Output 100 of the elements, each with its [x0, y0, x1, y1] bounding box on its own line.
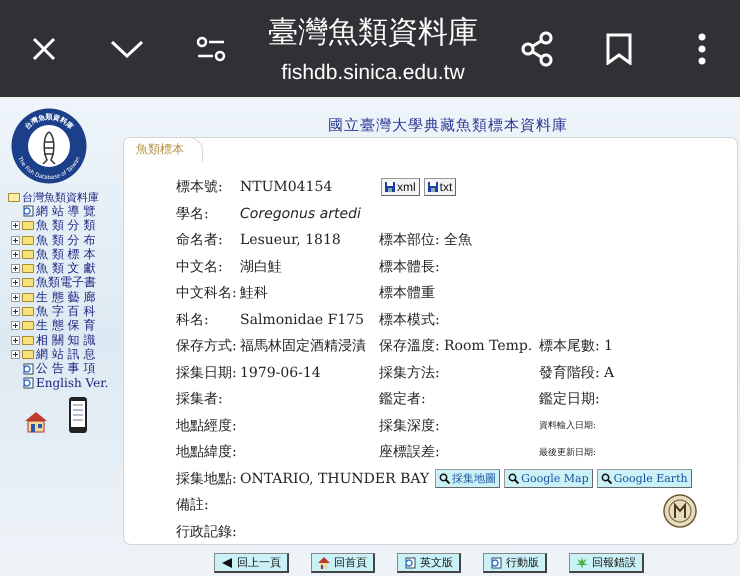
folder-icon — [22, 292, 34, 302]
field-label: 採集地點: — [176, 470, 238, 488]
field-label: 命名者: — [176, 231, 224, 250]
field-label: 中文科名: — [176, 284, 238, 302]
field-value: NTUM04154 — [240, 179, 334, 196]
field-value: Lesueur, 1818 — [240, 232, 342, 248]
field-label: 標本號: — [176, 178, 224, 196]
field-label: 標本尾數: — [539, 337, 601, 356]
settings-icon[interactable] — [196, 36, 226, 62]
expand-icon[interactable] — [10, 336, 20, 345]
map-button[interactable]: Google Map — [504, 469, 593, 488]
folder-icon — [22, 250, 34, 259]
tree-label[interactable]: 台灣魚類資料庫 — [22, 190, 99, 205]
expand-icon[interactable] — [10, 307, 20, 316]
chevron-down-icon[interactable] — [110, 38, 144, 58]
field-label: 標本體長: — [379, 258, 441, 276]
map-button[interactable]: 採集地圖 — [435, 469, 500, 488]
tree-label[interactable]: 魚 類 分 類 — [36, 217, 96, 234]
page-icon — [490, 556, 502, 568]
folder-icon — [22, 236, 34, 245]
folder-icon — [22, 221, 34, 230]
tree-label[interactable]: English Ver. — [36, 376, 108, 390]
expand-icon[interactable] — [10, 264, 20, 274]
tree-item[interactable]: 台灣魚類資料庫 — [8, 190, 108, 204]
page-icon — [22, 377, 34, 389]
field-label: 最後更新日期: — [539, 446, 598, 459]
nav-button[interactable]: 英文版 — [397, 553, 461, 573]
field-label: 地點經度: — [176, 416, 238, 435]
expand-icon[interactable] — [10, 250, 20, 259]
bookmark-icon[interactable] — [606, 32, 632, 64]
page-icon — [404, 556, 416, 568]
field-label: 地點緯度: — [176, 443, 238, 462]
field-value: A — [604, 364, 616, 381]
save-icon — [428, 182, 438, 192]
share-icon[interactable] — [520, 30, 554, 66]
expand-icon[interactable] — [10, 350, 20, 359]
folder-icon — [22, 336, 34, 345]
search-icon — [508, 473, 520, 484]
field-label: 保存溫度: — [379, 337, 441, 356]
field-value: 1979-06-14 — [240, 364, 322, 381]
expand-icon[interactable] — [10, 321, 20, 330]
folder-icon — [22, 307, 34, 316]
back-arrow-icon — [221, 556, 233, 568]
expand-icon[interactable] — [10, 292, 20, 302]
expand-icon[interactable] — [10, 221, 20, 230]
field-label: 標本模式: — [379, 310, 441, 329]
field-label: 資料輸入日期: — [539, 420, 598, 432]
home-icon[interactable] — [24, 410, 48, 434]
phone-icon[interactable] — [68, 396, 88, 434]
search-icon — [439, 473, 450, 484]
field-value: ONTARIO, THUNDER BAY — [240, 470, 430, 487]
nav-button[interactable]: 行動版 — [483, 553, 547, 573]
field-label: 中文名: — [176, 258, 224, 276]
field-value: 湖白鮭 — [240, 258, 283, 276]
download-button[interactable]: txt — [424, 178, 456, 196]
save-icon — [385, 182, 395, 192]
nav-button[interactable]: 回首頁 — [311, 553, 375, 573]
search-icon — [600, 473, 612, 484]
field-label: 標本體重 — [379, 284, 436, 302]
folder-icon — [22, 350, 34, 359]
folder-icon — [22, 264, 34, 274]
field-value: Room Temp. — [444, 338, 534, 354]
field-value: Coregonus artedi — [240, 206, 362, 222]
page-icon — [22, 205, 34, 218]
tree-label[interactable]: 生 態 藝 廊 — [36, 288, 96, 306]
download-button[interactable]: xml — [381, 178, 420, 196]
expand-icon[interactable] — [10, 278, 20, 288]
field-label: 備註: — [176, 496, 210, 514]
field-label: 鑑定日期: — [539, 390, 601, 408]
field-label: 發育階段: — [539, 364, 601, 382]
field-label: 科名: — [176, 310, 210, 329]
nav-button[interactable]: 回上一頁 — [214, 553, 289, 573]
field-label: 採集方法: — [379, 364, 441, 382]
field-label: 採集日期: — [176, 364, 238, 382]
tree-label[interactable]: 生 態 保 育 — [36, 317, 96, 334]
folder-icon — [22, 278, 34, 288]
field-label: 鑑定者: — [379, 390, 427, 408]
nav-button[interactable]: 回報錯誤 — [569, 553, 644, 573]
database-title: 國立臺灣大學典藏魚類標本資料庫 — [327, 116, 569, 135]
field-value: 1 — [604, 338, 614, 354]
home-icon — [318, 556, 330, 568]
folder-icon — [22, 321, 34, 330]
field-label: 標本部位: — [379, 231, 441, 250]
field-label: 採集深度: — [379, 416, 441, 435]
field-value: 福馬林固定酒精浸漬 — [240, 337, 367, 356]
field-label: 採集者: — [176, 390, 224, 408]
field-label: 保存方式: — [176, 337, 238, 356]
field-value: Salmonidae F175 — [240, 312, 366, 328]
more-icon[interactable] — [698, 32, 706, 64]
field-label: 學名: — [176, 204, 210, 223]
field-label: 座標誤差: — [379, 443, 441, 462]
url-text: fishdb.sinica.edu.tw — [281, 61, 465, 85]
tree-label[interactable]: 網 站 導 覽 — [36, 202, 96, 220]
field-value: 鮭科 — [240, 284, 269, 302]
map-button[interactable]: Google Earth — [596, 469, 692, 488]
tree-label[interactable]: 公 告 事 項 — [36, 360, 96, 378]
expand-icon[interactable] — [10, 236, 20, 245]
star-icon — [576, 556, 588, 568]
page-title: 臺灣魚類資料庫 — [268, 14, 478, 52]
page-icon — [22, 362, 34, 375]
